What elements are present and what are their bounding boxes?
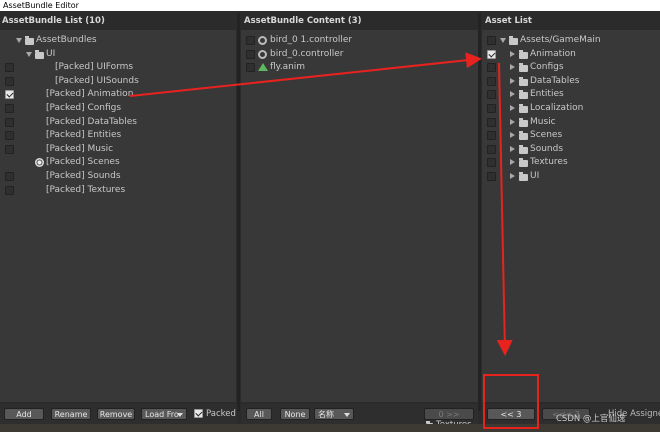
- arrow-to-move-button: [496, 62, 513, 356]
- arrow-to-asset-list: [129, 52, 482, 97]
- watermark: CSDN @上官仙逸: [556, 414, 626, 424]
- annotation-arrows: [129, 52, 513, 356]
